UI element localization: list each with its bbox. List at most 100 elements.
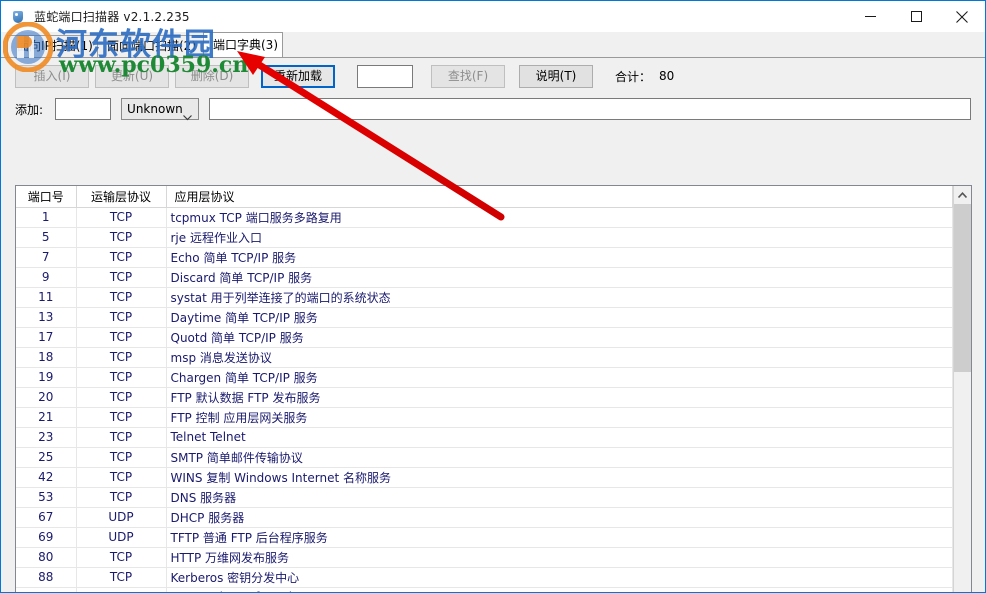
table-row[interactable]: 17 TCP Quotd 简单 TCP/IP 服务 bbox=[16, 327, 953, 348]
cell-transport-protocol: TCP bbox=[76, 287, 167, 308]
cell-application-protocol: tcpmux TCP 端口服务多路复用 bbox=[166, 207, 953, 228]
insert-button[interactable]: 插入(I) bbox=[15, 64, 89, 88]
cell-application-protocol: Quotd 简单 TCP/IP 服务 bbox=[166, 327, 953, 348]
cell-application-protocol: DNS 服务器 bbox=[166, 487, 953, 508]
scrollbar-thumb[interactable] bbox=[954, 204, 971, 372]
table-row[interactable]: 11 TCP systat 用于列举连接了的端口的系统状态 bbox=[16, 287, 953, 308]
delete-button[interactable]: 删除(D) bbox=[175, 64, 249, 88]
application-window: 蓝蛇端口扫描器 v2.1.2.235 面向IP扫描(1) 面向端口扫描(2) 端… bbox=[0, 0, 986, 593]
toolbar: 插入(I) 更新(U) 删除(D) 重新加载 查找(F) 说明(T) 合计： 8… bbox=[1, 58, 985, 94]
help-button[interactable]: 说明(T) bbox=[519, 64, 593, 88]
cell-transport-protocol: UDP bbox=[76, 527, 167, 548]
header-row: 端口号 运输层协议 应用层协议 bbox=[16, 186, 953, 208]
add-port-input[interactable] bbox=[55, 98, 112, 120]
grid-viewport: 端口号 运输层协议 应用层协议 1 TCP tcpmux TCP 端口服务多路复用 5… bbox=[16, 186, 953, 592]
cell-port-number: 88 bbox=[16, 567, 77, 588]
cell-port-number: 67 bbox=[16, 507, 77, 528]
cell-port-number: 9 bbox=[16, 267, 77, 288]
cell-application-protocol: WINS 复制 Windows Internet 名称服务 bbox=[166, 467, 953, 488]
cell-application-protocol: X.400 Microsoft Exchange MTA bbox=[166, 587, 953, 592]
cell-port-number: 20 bbox=[16, 387, 77, 408]
vertical-scrollbar[interactable] bbox=[953, 186, 971, 592]
total-label: 合计： bbox=[615, 69, 652, 84]
table-row[interactable]: 1 TCP tcpmux TCP 端口服务多路复用 bbox=[16, 207, 953, 228]
table-row[interactable]: 19 TCP Chargen 简单 TCP/IP 服务 bbox=[16, 367, 953, 388]
cell-transport-protocol: TCP bbox=[76, 207, 167, 228]
cell-port-number: 13 bbox=[16, 307, 77, 328]
table-row[interactable]: 13 TCP Daytime 简单 TCP/IP 服务 bbox=[16, 307, 953, 328]
cell-port-number: 17 bbox=[16, 327, 77, 348]
cell-application-protocol: systat 用于列举连接了的端口的系统状态 bbox=[166, 287, 953, 308]
add-description-input[interactable] bbox=[209, 98, 971, 120]
cell-application-protocol: FTP 控制 应用层网关服务 bbox=[166, 407, 953, 428]
maximize-button[interactable] bbox=[893, 1, 939, 32]
cell-port-number: 69 bbox=[16, 527, 77, 548]
cell-transport-protocol: TCP bbox=[76, 407, 167, 428]
column-header-port[interactable]: 端口号 bbox=[16, 186, 77, 208]
table-row[interactable]: 67 UDP DHCP 服务器 bbox=[16, 507, 953, 528]
add-protocol-select[interactable]: Unknown bbox=[121, 98, 200, 121]
add-entry-row: 添加: Unknown bbox=[1, 94, 985, 124]
table-row[interactable]: 9 TCP Discard 简单 TCP/IP 服务 bbox=[16, 267, 953, 288]
cell-transport-protocol: TCP bbox=[76, 347, 167, 368]
cell-port-number: 23 bbox=[16, 427, 77, 448]
client-area: 插入(I) 更新(U) 删除(D) 重新加载 查找(F) 说明(T) 合计： 8… bbox=[1, 57, 985, 592]
cell-application-protocol: rje 远程作业入口 bbox=[166, 227, 953, 248]
port-table: 端口号 运输层协议 应用层协议 1 TCP tcpmux TCP 端口服务多路复用 5… bbox=[16, 186, 953, 592]
cell-transport-protocol: TCP bbox=[76, 267, 167, 288]
cell-transport-protocol: TCP bbox=[76, 227, 167, 248]
cell-transport-protocol: TCP bbox=[76, 487, 167, 508]
cell-port-number: 53 bbox=[16, 487, 77, 508]
table-row[interactable]: 42 TCP WINS 复制 Windows Internet 名称服务 bbox=[16, 467, 953, 488]
find-button[interactable]: 查找(F) bbox=[431, 64, 505, 88]
cell-application-protocol: Kerberos 密钥分发中心 bbox=[166, 567, 953, 588]
table-row[interactable]: 69 UDP TFTP 普通 FTP 后台程序服务 bbox=[16, 527, 953, 548]
window-title: 蓝蛇端口扫描器 v2.1.2.235 bbox=[34, 10, 190, 24]
cell-application-protocol: Telnet Telnet bbox=[166, 427, 953, 448]
cell-port-number: 25 bbox=[16, 447, 77, 468]
cell-port-number: 102 bbox=[16, 587, 77, 592]
close-button[interactable] bbox=[939, 1, 985, 32]
cell-port-number: 5 bbox=[16, 227, 77, 248]
cell-application-protocol: Discard 简单 TCP/IP 服务 bbox=[166, 267, 953, 288]
table-row[interactable]: 80 TCP HTTP 万维网发布服务 bbox=[16, 547, 953, 568]
add-label: 添加: bbox=[15, 102, 44, 117]
cell-transport-protocol: TCP bbox=[76, 247, 167, 268]
search-input[interactable] bbox=[357, 64, 413, 88]
tab-port-dictionary[interactable]: 端口字典(3) bbox=[203, 32, 283, 57]
minimize-button[interactable] bbox=[847, 1, 893, 32]
column-header-application-protocol[interactable]: 应用层协议 bbox=[166, 186, 953, 208]
table-row[interactable]: 20 TCP FTP 默认数据 FTP 发布服务 bbox=[16, 387, 953, 408]
table-row[interactable]: 88 TCP Kerberos 密钥分发中心 bbox=[16, 567, 953, 588]
table-row[interactable]: 5 TCP rje 远程作业入口 bbox=[16, 227, 953, 248]
table-row[interactable]: 102TCPX.400 Microsoft Exchange MTA bbox=[16, 587, 953, 592]
table-body: 1 TCP tcpmux TCP 端口服务多路复用 5 TCP rje 远程作业入口 7 TC… bbox=[16, 207, 953, 592]
reload-button[interactable]: 重新加载 bbox=[261, 64, 335, 88]
cell-transport-protocol: TCP bbox=[76, 427, 167, 448]
scroll-up-icon[interactable] bbox=[954, 186, 971, 203]
cell-transport-protocol: TCP bbox=[76, 547, 167, 568]
app-scanner-icon bbox=[10, 9, 26, 25]
update-button[interactable]: 更新(U) bbox=[95, 64, 169, 88]
cell-transport-protocol: TCP bbox=[76, 567, 167, 588]
table-row[interactable]: 7 TCP Echo 简单 TCP/IP 服务 bbox=[16, 247, 953, 268]
table-row[interactable]: 18 TCP msp 消息发送协议 bbox=[16, 347, 953, 368]
total-count: 80 bbox=[659, 69, 675, 83]
cell-transport-protocol: TCP bbox=[76, 307, 167, 328]
cell-port-number: 21 bbox=[16, 407, 77, 428]
add-protocol-value: Unknown bbox=[127, 102, 183, 116]
table-row[interactable]: 53 TCP DNS 服务器 bbox=[16, 487, 953, 508]
cell-application-protocol: DHCP 服务器 bbox=[166, 507, 953, 528]
cell-port-number: 11 bbox=[16, 287, 77, 308]
table-row[interactable]: 23 TCP Telnet Telnet bbox=[16, 427, 953, 448]
cell-transport-protocol: TCP bbox=[76, 587, 167, 592]
window-controls bbox=[847, 1, 985, 32]
table-row[interactable]: 25 TCP SMTP 简单邮件传输协议 bbox=[16, 447, 953, 468]
cell-transport-protocol: TCP bbox=[76, 387, 167, 408]
cell-application-protocol: Echo 简单 TCP/IP 服务 bbox=[166, 247, 953, 268]
cell-port-number: 42 bbox=[16, 467, 77, 488]
column-header-transport-protocol[interactable]: 运输层协议 bbox=[76, 186, 167, 208]
port-dictionary-grid: 端口号 运输层协议 应用层协议 1 TCP tcpmux TCP 端口服务多路复用 5… bbox=[15, 185, 972, 592]
table-row[interactable]: 21 TCP FTP 控制 应用层网关服务 bbox=[16, 407, 953, 428]
cell-application-protocol: msp 消息发送协议 bbox=[166, 347, 953, 368]
